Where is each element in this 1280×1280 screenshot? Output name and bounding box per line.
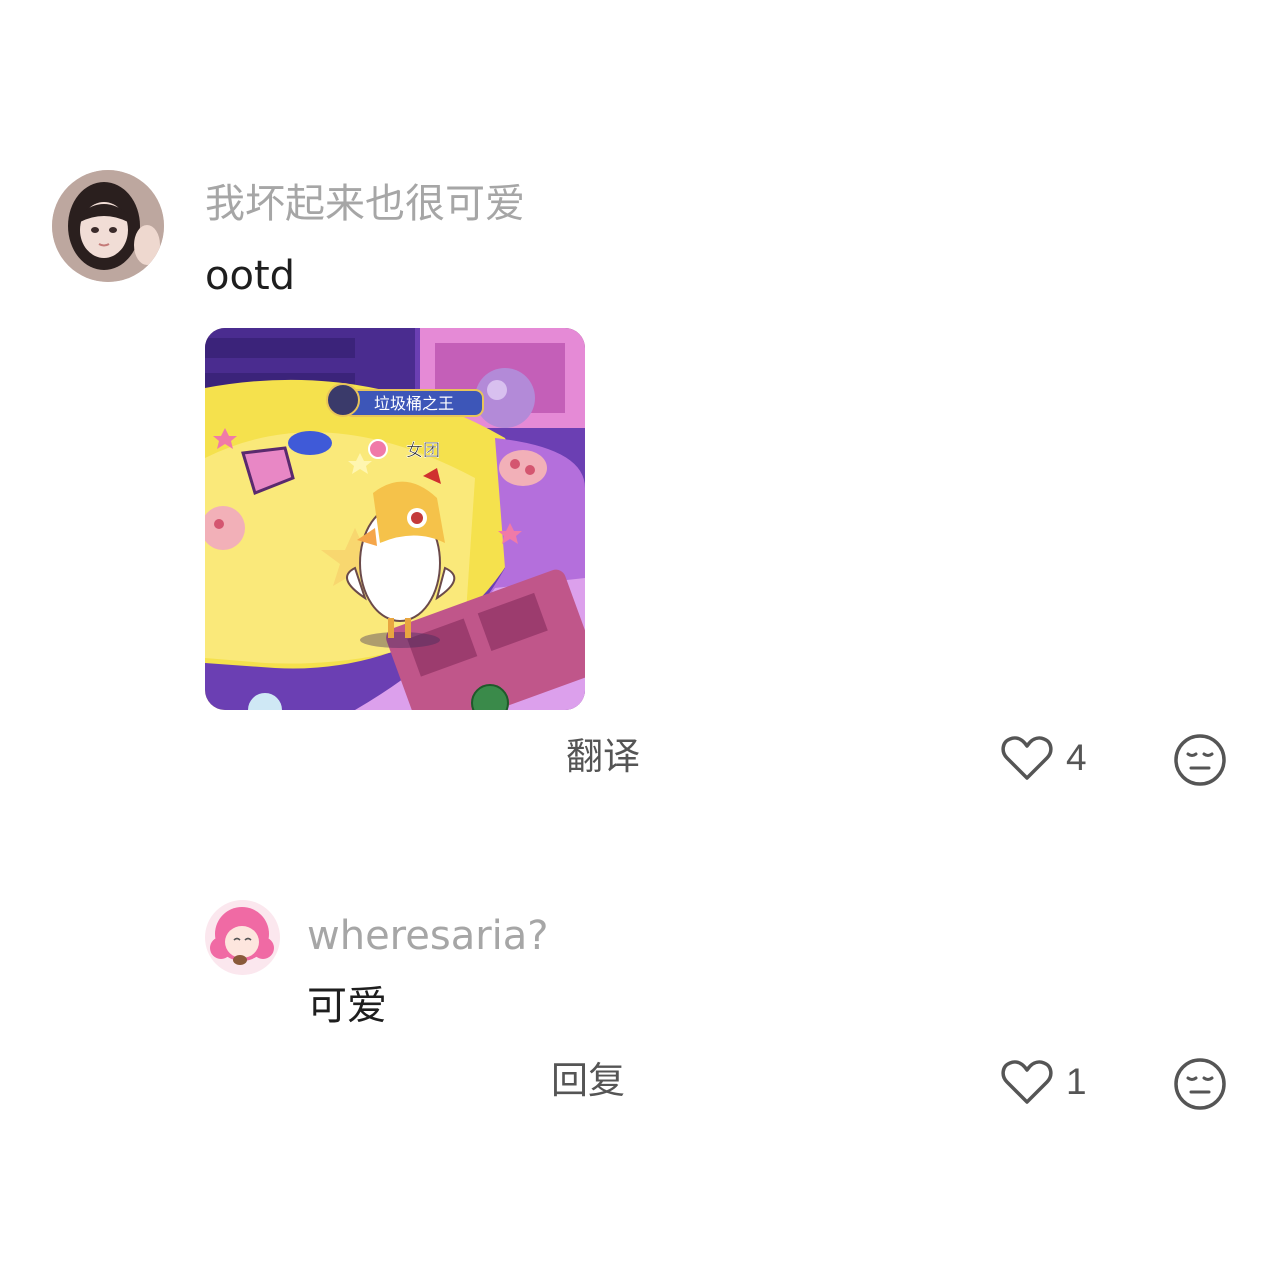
like-count: 4 — [1066, 737, 1087, 778]
user-avatar[interactable] — [52, 170, 164, 282]
unamused-face-icon — [1174, 1058, 1226, 1110]
image-banner-label: 垃圾桶之王 — [374, 394, 454, 413]
comment-image[interactable]: 垃圾桶之王 女团 — [205, 328, 585, 710]
reply-username[interactable]: wheresaria? — [307, 910, 549, 962]
dislike-button[interactable] — [1173, 733, 1227, 791]
reply-dislike-button[interactable] — [1173, 1057, 1227, 1115]
reply-user-avatar[interactable] — [205, 900, 280, 975]
image-tag-label: 女团 — [406, 441, 440, 461]
reply-text: 可爱 — [307, 983, 387, 1029]
like-button[interactable]: 4 — [1000, 733, 1087, 783]
translate-button[interactable]: 翻译 — [566, 733, 640, 781]
comment-text: ootd — [205, 253, 296, 299]
unamused-face-icon — [1174, 734, 1226, 786]
heart-outline-icon — [1001, 1060, 1053, 1104]
comment-username[interactable]: 我坏起来也很可爱 — [205, 178, 525, 230]
reply-like-button[interactable]: 1 — [1000, 1057, 1087, 1107]
heart-outline-icon — [1001, 736, 1053, 780]
reply-button[interactable]: 回复 — [551, 1057, 625, 1105]
reply-like-count: 1 — [1066, 1061, 1087, 1102]
